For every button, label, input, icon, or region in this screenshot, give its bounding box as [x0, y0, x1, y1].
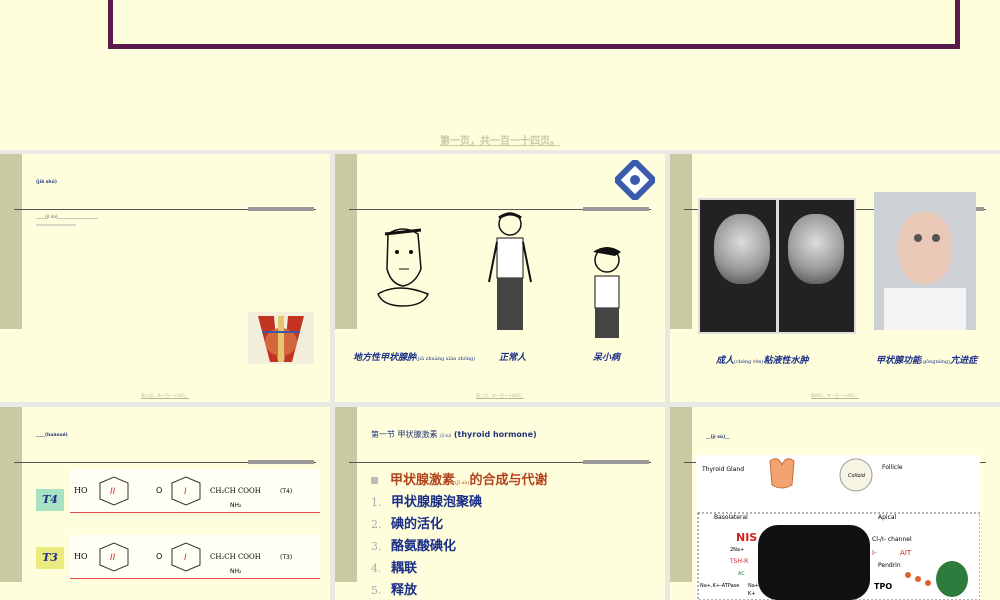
svg-text:NH₂: NH₂: [230, 502, 242, 509]
slide-footer: 第三页，共一百一十四页。: [476, 393, 524, 398]
slide-side-bar: [670, 154, 692, 329]
svg-text:I: I: [184, 553, 187, 563]
list-item: 2. 碘的活化: [371, 517, 444, 532]
badge-t3: T3: [36, 547, 64, 569]
svg-text:II: II: [110, 553, 116, 563]
svg-text:Cl-/I- channel: Cl-/I- channel: [872, 536, 912, 543]
slide-thumbnail-6[interactable]: 第一节 甲状腺激素 (jī sù) (thyroid hormone) 甲状腺激…: [335, 407, 665, 600]
face-after: [788, 214, 844, 284]
slide-thumbnail-2[interactable]: (jiǎ shū) ____(jì sù)__________________ …: [0, 154, 330, 402]
divider-accent: [248, 460, 314, 464]
divider-accent: [583, 207, 649, 211]
t3-structure: HO II O I CH₂CH COOH (T3) NH₂: [70, 535, 320, 579]
slide-top[interactable]: 第一页，共一百一十四页。: [0, 0, 1000, 150]
slide-side-bar: [670, 407, 692, 582]
svg-text:Thyroid Gland: Thyroid Gland: [701, 466, 744, 473]
slide-title: __(jì sù)__: [706, 435, 730, 440]
svg-text:Colloid: Colloid: [848, 473, 866, 479]
t4-structure: HO II O I CH₂CH COOH (T4) NH₂: [70, 469, 320, 513]
svg-text:HO: HO: [74, 486, 88, 495]
caption-hyperthyroidism: 甲状腺功能(gōngnéng)亢进症: [876, 356, 978, 366]
svg-text:AIT: AIT: [900, 549, 912, 557]
svg-text:2Na+: 2Na+: [730, 547, 744, 553]
svg-text:I-: I-: [872, 549, 877, 557]
t3-label: (T3): [280, 554, 292, 561]
thyroid-anatomy-image: [248, 312, 314, 364]
university-logo-icon: [615, 160, 655, 200]
slide-frame: [108, 0, 960, 49]
svg-text:II: II: [110, 487, 116, 497]
svg-text:I: I: [184, 487, 187, 497]
caption-normal: 正常人: [499, 353, 527, 363]
list-item: 1. 甲状腺腺泡聚碘: [371, 495, 483, 510]
slide-thumbnail-3[interactable]: 地方性甲状腺肿(jiǎ zhuàng xiàn zhǒng) 正常人 呆小病 第…: [335, 154, 665, 402]
divider-accent: [248, 207, 314, 211]
svg-text:Basolateral: Basolateral: [714, 514, 748, 521]
slide-thumbnail-5[interactable]: ____(huàxué) T4 T3 HO II O I CH₂CH COOH …: [0, 407, 330, 600]
caption-endemic-goiter: 地方性甲状腺肿(jiǎ zhuàng xiàn zhǒng): [353, 353, 476, 363]
cretinism-child-drawing: [593, 247, 621, 338]
list-item-synthesis: 甲状腺激素(jī sù)的合成与代谢: [371, 469, 547, 488]
slide-side-bar: [0, 407, 22, 582]
svg-text:Pendrin: Pendrin: [878, 562, 901, 569]
slide-footer: 第四页，共一百一十四页。: [811, 393, 859, 398]
slide-title: ____(huàxué): [36, 433, 68, 438]
slide-header: 第一节 甲状腺激素 (jī sù) (thyroid hormone): [371, 430, 537, 439]
svg-text:TSH-R: TSH-R: [729, 558, 748, 565]
thyroid-hormone-synthesis-diagram: Thyroid Gland Colloid Follicle Basolater…: [696, 455, 980, 600]
svg-text:O: O: [156, 552, 162, 561]
slide-footer: 第二页，共一百一十四页。: [141, 393, 189, 398]
svg-text:CH₂CH COOH: CH₂CH COOH: [210, 487, 261, 495]
svg-text:NIS: NIS: [736, 531, 757, 544]
svg-text:Na+,K+-ATPase: Na+,K+-ATPase: [700, 583, 739, 589]
slide-title: (jiǎ shū): [36, 180, 57, 185]
divider-accent: [583, 460, 649, 464]
slide-side-bar: [335, 407, 357, 582]
svg-text:O: O: [156, 486, 162, 495]
slide-thumbnail-7[interactable]: __(jì sù)__ Thyroid Gland Colloid Follic…: [670, 407, 1000, 600]
svg-text:NH₂: NH₂: [230, 568, 242, 575]
svg-text:Follicle: Follicle: [882, 464, 903, 471]
bullet-square-icon: [371, 477, 378, 484]
svg-text:K+: K+: [748, 591, 755, 597]
svg-text:Apical: Apical: [878, 514, 897, 521]
badge-t4: T4: [36, 489, 64, 511]
goiter-patient-drawing: [377, 228, 429, 307]
svg-text:TPO: TPO: [874, 582, 892, 591]
patient-face: [898, 212, 952, 284]
slide-body: ____(jì sù)__________________: [36, 215, 99, 220]
caption-cretinism: 呆小病: [593, 353, 621, 363]
page-label: 第一页，共一百一十四页。: [440, 136, 560, 147]
slide-side-bar: [0, 154, 22, 329]
hyperthyroid-photo: [874, 192, 976, 330]
face-before: [714, 214, 770, 284]
myxedema-photo: [698, 198, 856, 334]
svg-text:HO: HO: [74, 552, 88, 561]
caption-myxedema: 成人(chéng rén)粘液性水肿: [716, 356, 809, 366]
slide-thumbnail-4[interactable]: 成人(chéng rén)粘液性水肿 甲状腺功能(gōngnéng)亢进症 第四…: [670, 154, 1000, 402]
svg-text:AC: AC: [738, 571, 745, 577]
list-item: 4. 耦联: [371, 561, 418, 576]
normal-person-drawing: [488, 212, 532, 330]
slide-side-bar: [335, 154, 357, 329]
text-line: [36, 224, 76, 226]
svg-text:CH₂CH COOH: CH₂CH COOH: [210, 553, 261, 561]
svg-text:Na+: Na+: [748, 583, 759, 589]
list-item: 3. 酪氨酸碘化: [371, 539, 457, 554]
t4-label: (T4): [280, 488, 292, 495]
list-item: 5. 释放: [371, 583, 418, 598]
